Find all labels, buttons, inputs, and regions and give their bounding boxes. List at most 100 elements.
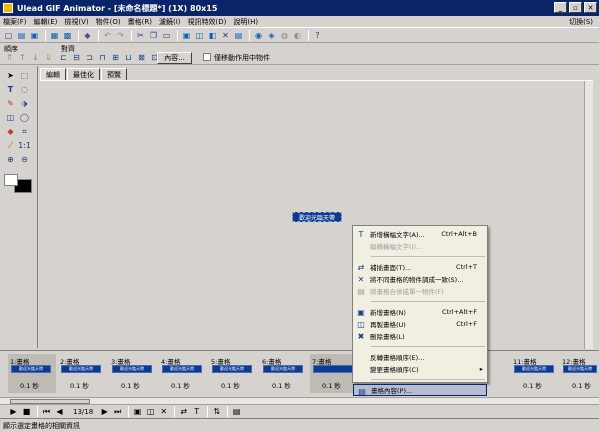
reverse-icon[interactable]: ⇅ [211, 406, 222, 417]
menu-edit[interactable]: 編輯(E) [34, 17, 58, 27]
zoom-out-icon[interactable]: ⊖ [19, 154, 30, 165]
frame-thumbnail[interactable]: 3:畫格 歡迎光臨天帶 0.1 秒 [109, 354, 157, 393]
maximize-button[interactable]: ▫ [569, 2, 582, 13]
first-frame-icon[interactable]: ⏮ [41, 406, 52, 417]
tab-preview[interactable]: 預覽 [101, 68, 127, 80]
menu-item-duplicate-frame[interactable]: ◫ 再製畫格(U) Ctrl+F [353, 318, 487, 330]
align-middle-icon[interactable]: ⊞ [110, 52, 121, 63]
align-right-icon[interactable]: ⊐ [84, 52, 95, 63]
frame-delay[interactable]: 0.1 秒 [221, 380, 240, 390]
send-backward-icon[interactable]: ↓ [30, 52, 41, 63]
lasso-tool-icon[interactable]: ◌ [19, 84, 30, 95]
menu-item-delete-frame[interactable]: ✖ 刪除畫格(L) [353, 330, 487, 342]
menu-item-change-order[interactable]: 變更畫格順序(C) ▸ [353, 363, 487, 375]
frame-thumbnail[interactable]: 7:畫格 0.1 秒 [310, 354, 358, 393]
frame-dup-icon[interactable]: ◫ [194, 30, 205, 41]
help-icon[interactable]: ? [312, 30, 323, 41]
menu-file[interactable]: 檔案(F) [3, 17, 27, 27]
menu-item-unify[interactable]: ✕ 將不同畫格的物件調成一致(S)... [353, 273, 487, 285]
close-button[interactable]: ✕ [584, 2, 597, 13]
add-images-icon[interactable]: ▦ [49, 30, 60, 41]
align-center-icon[interactable]: ⊟ [71, 52, 82, 63]
banner-text-icon[interactable]: T [191, 406, 202, 417]
frame-delay[interactable]: 0.1 秒 [523, 380, 542, 390]
banner-icon[interactable]: ▤ [233, 30, 244, 41]
frame-delay[interactable]: 0.1 秒 [322, 380, 341, 390]
menu-item-frame-properties[interactable]: ▤ 畫格內容(P)... [353, 384, 487, 396]
minimize-button[interactable]: _ [554, 2, 567, 13]
menu-item-add-banner[interactable]: T 新增橫幅文字(A)... Ctrl+Alt+B [353, 228, 487, 240]
copy-icon[interactable]: ❐ [148, 30, 159, 41]
properties-button[interactable]: 內容... [157, 52, 192, 64]
tween-icon[interactable]: ✕ [220, 30, 231, 41]
frame-add-icon[interactable]: ▣ [181, 30, 192, 41]
menu-item-edit-banner[interactable]: 編輯橫幅文字(I)... [353, 240, 487, 252]
frame-thumbnail[interactable]: 5:畫格 歡迎光臨天帶 0.1 秒 [209, 354, 257, 393]
active-object-checkbox[interactable] [203, 53, 211, 61]
bring-forward-icon[interactable]: ↑ [17, 52, 28, 63]
new-file-icon[interactable]: ▢ [3, 30, 14, 41]
last-frame-icon[interactable]: ⏭ [112, 406, 123, 417]
tool-icon[interactable]: ◐ [292, 30, 303, 41]
redo-icon[interactable]: ↷ [115, 30, 126, 41]
vertical-scrollbar[interactable] [584, 81, 593, 349]
gif-canvas-banner[interactable]: 歡迎光臨天帶 [292, 212, 342, 222]
save-icon[interactable]: ▣ [29, 30, 40, 41]
send-back-icon[interactable]: ⇓ [43, 52, 54, 63]
menu-filter[interactable]: 濾鏡(I) [159, 17, 181, 27]
add-video-icon[interactable]: ▩ [62, 30, 73, 41]
frame-delay[interactable]: 0.1 秒 [572, 380, 591, 390]
prev-frame-icon[interactable]: ◀ [54, 406, 65, 417]
text-tool-icon[interactable]: T [5, 84, 16, 95]
menu-item-reverse-order[interactable]: 反轉畫格順序(E)... [353, 351, 487, 363]
eyedropper-tool-icon[interactable]: ⟋ [5, 140, 16, 151]
zoom-in-icon[interactable]: ⊕ [5, 154, 16, 165]
tab-optimize[interactable]: 最佳化 [67, 68, 100, 80]
browser-preview-icon[interactable]: ◉ [253, 30, 264, 41]
frame-delay[interactable]: 0.1 秒 [121, 380, 140, 390]
frame-delay[interactable]: 0.1 秒 [272, 380, 291, 390]
align-grid-icon[interactable]: ⊠ [136, 52, 147, 63]
pick-tool-icon[interactable]: ➤ [5, 70, 16, 81]
frame-thumbnail[interactable]: 11:畫格 歡迎光臨天帶 0.1 秒 [511, 354, 559, 393]
frame-thumbnail[interactable]: 1:畫格 歡迎光臨天帶 0.1 秒 [8, 354, 56, 393]
eraser-tool-icon[interactable]: ◫ [5, 112, 16, 123]
menu-help[interactable]: 說明(H) [233, 17, 258, 27]
align-bottom-icon[interactable]: ⊔ [123, 52, 134, 63]
next-frame-icon[interactable]: ▶ [99, 406, 110, 417]
paste-icon[interactable]: ▭ [161, 30, 172, 41]
frame-thumbnail[interactable]: 2:畫格 歡迎光臨天帶 0.1 秒 [58, 354, 106, 393]
play-icon[interactable]: ▶ [8, 406, 19, 417]
crop-tool-icon[interactable]: ⌗ [19, 126, 30, 137]
undo-icon[interactable]: ↶ [102, 30, 113, 41]
marquee-tool-icon[interactable]: ⬚ [19, 70, 30, 81]
frame-properties-icon[interactable]: ▤ [231, 406, 242, 417]
tab-edit[interactable]: 編輯 [40, 68, 66, 80]
frame-delay[interactable]: 0.1 秒 [70, 380, 89, 390]
menu-item-add-frame[interactable]: ▣ 新增畫格(N) Ctrl+Alt+F [353, 306, 487, 318]
ellipse-select-icon[interactable]: ◯ [19, 112, 30, 123]
optimize-icon[interactable]: ◈ [266, 30, 277, 41]
align-left-icon[interactable]: ⊏ [58, 52, 69, 63]
fill-tool-icon[interactable]: ◆ [5, 126, 16, 137]
frame-delay[interactable]: 0.1 秒 [171, 380, 190, 390]
open-file-icon[interactable]: ▤ [16, 30, 27, 41]
stop-icon[interactable]: ■ [21, 406, 32, 417]
add-frame-icon[interactable]: ▣ [132, 406, 143, 417]
frame-thumbnail[interactable]: 4:畫格 歡迎光臨天帶 0.1 秒 [159, 354, 207, 393]
frame-thumbnail[interactable]: 6:畫格 歡迎光臨天帶 0.1 秒 [260, 354, 308, 393]
background-color[interactable] [4, 174, 18, 186]
bring-front-icon[interactable]: ⇑ [4, 52, 15, 63]
duplicate-frame-icon[interactable]: ◫ [145, 406, 156, 417]
menu-view[interactable]: 檢視(V) [64, 17, 88, 27]
frame-thumbnail[interactable]: 12:畫格 歡迎光臨天帶 0.1 秒 [560, 354, 599, 393]
menu-item-merge[interactable]: ▤ 將畫格合併成單一物件(F) [353, 285, 487, 297]
frame-props-icon[interactable]: ◧ [207, 30, 218, 41]
menu-switch[interactable]: 切換(S) [569, 16, 593, 28]
tween-frame-icon[interactable]: ⇄ [178, 406, 189, 417]
align-top-icon[interactable]: ⊓ [97, 52, 108, 63]
export-icon[interactable]: ◆ [82, 30, 93, 41]
delete-frame-icon[interactable]: ✕ [158, 406, 169, 417]
frame-delay[interactable]: 0.1 秒 [20, 380, 39, 390]
ratio-tool-icon[interactable]: 1:1 [18, 140, 31, 151]
